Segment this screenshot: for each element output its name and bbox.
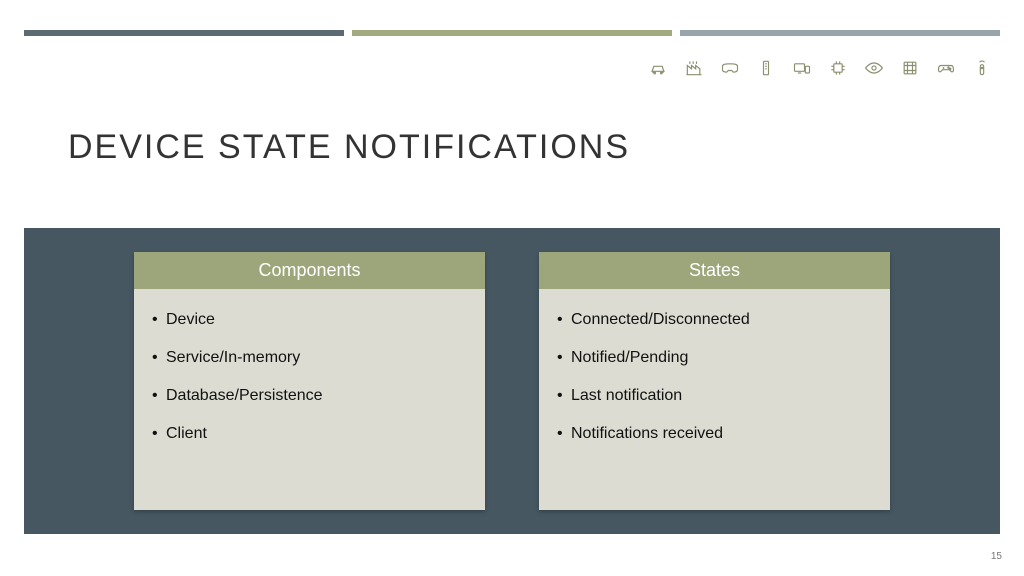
server-icon (756, 58, 776, 83)
content-panel: Components Device Service/In-memory Data… (24, 228, 1000, 534)
gamepad-icon (936, 58, 956, 83)
cards-row: Components Device Service/In-memory Data… (24, 228, 1000, 534)
card-components: Components Device Service/In-memory Data… (134, 252, 485, 510)
accent-bar-3 (680, 30, 1000, 36)
card-header: States (539, 252, 890, 289)
icon-row (648, 58, 992, 83)
accent-bars (0, 0, 1024, 36)
accent-bar-1 (24, 30, 344, 36)
eye-icon (864, 58, 884, 83)
film-icon (900, 58, 920, 83)
list-item: Connected/Disconnected (557, 301, 872, 339)
car-icon (648, 58, 668, 83)
card-states: States Connected/Disconnected Notified/P… (539, 252, 890, 510)
devices-icon (792, 58, 812, 83)
chip-icon (828, 58, 848, 83)
list-item: Device (152, 301, 467, 339)
card-body: Connected/Disconnected Notified/Pending … (539, 289, 890, 510)
card-body: Device Service/In-memory Database/Persis… (134, 289, 485, 510)
list-item: Service/In-memory (152, 339, 467, 377)
remote-icon (972, 58, 992, 83)
list-item: Database/Persistence (152, 377, 467, 415)
list-item: Last notification (557, 377, 872, 415)
slide: DEVICE STATE NOTIFICATIONS Components De… (0, 0, 1024, 576)
slide-title: DEVICE STATE NOTIFICATIONS (68, 128, 630, 167)
list-item: Client (152, 415, 467, 453)
list-item: Notifications received (557, 415, 872, 453)
list-item: Notified/Pending (557, 339, 872, 377)
vr-headset-icon (720, 58, 740, 83)
page-number: 15 (991, 551, 1002, 562)
factory-icon (684, 58, 704, 83)
accent-bar-2 (352, 30, 672, 36)
card-header: Components (134, 252, 485, 289)
